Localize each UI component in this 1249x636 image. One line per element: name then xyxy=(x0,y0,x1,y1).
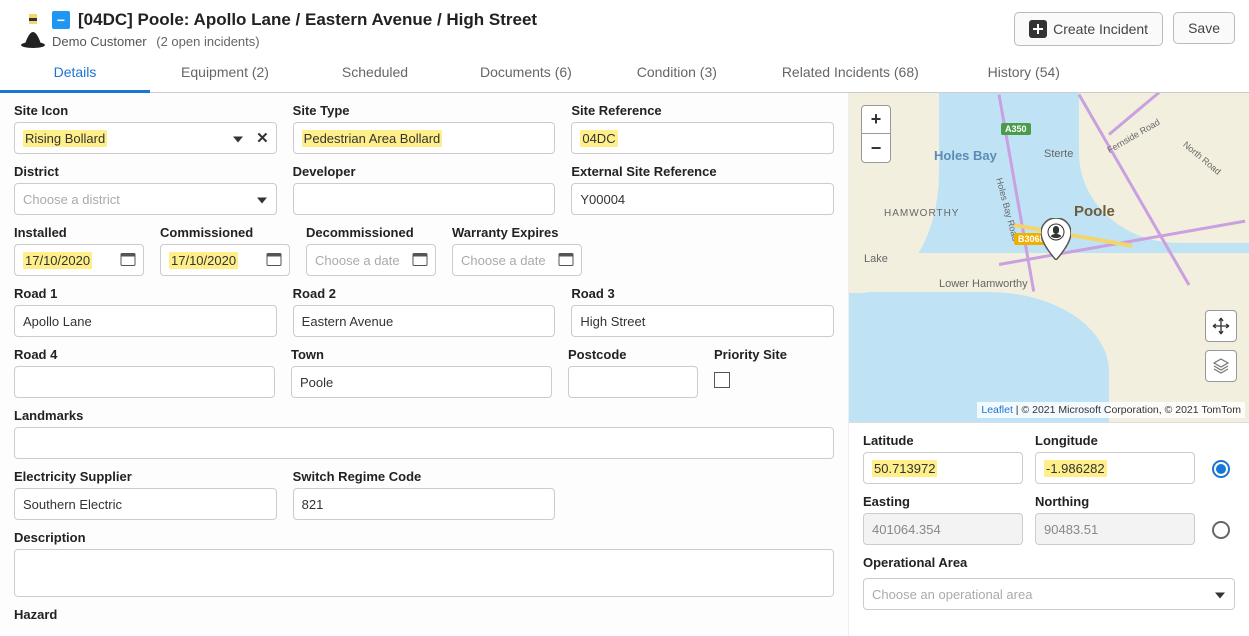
label-northing: Northing xyxy=(1035,494,1195,509)
longitude-input[interactable]: -1.986282 xyxy=(1035,452,1195,484)
easting-input[interactable]: 401064.354 xyxy=(863,513,1023,545)
switch-regime-input[interactable]: 821 xyxy=(293,488,556,520)
label-warranty-expires: Warranty Expires xyxy=(452,225,582,240)
map-label: HAMWORTHY xyxy=(884,208,959,219)
label-operational-area: Operational Area xyxy=(863,555,1235,570)
map-pin-icon xyxy=(1041,218,1071,263)
app-logo xyxy=(14,10,52,48)
create-incident-button[interactable]: Create Incident xyxy=(1014,12,1163,46)
label-landmarks: Landmarks xyxy=(14,408,834,423)
tab-history[interactable]: History (54) xyxy=(949,55,1099,92)
label-decommissioned: Decommissioned xyxy=(306,225,436,240)
district-select[interactable]: Choose a district xyxy=(14,183,277,215)
plus-square-icon xyxy=(1029,20,1047,38)
collapse-toggle[interactable]: − xyxy=(52,11,70,29)
label-installed: Installed xyxy=(14,225,144,240)
operational-area-select[interactable]: Choose an operational area xyxy=(863,578,1235,610)
create-incident-label: Create Incident xyxy=(1053,21,1148,37)
label-district: District xyxy=(14,164,277,179)
customer-name: Demo Customer xyxy=(52,34,147,49)
zoom-in-button[interactable]: + xyxy=(862,106,890,134)
page-title: [04DC] Poole: Apollo Lane / Eastern Aven… xyxy=(78,10,537,30)
site-type-input[interactable]: Pedestrian Area Bollard xyxy=(293,122,556,154)
header-bar: − [04DC] Poole: Apollo Lane / Eastern Av… xyxy=(0,0,1249,55)
save-button[interactable]: Save xyxy=(1173,12,1235,44)
tab-details[interactable]: Details xyxy=(0,55,150,93)
label-site-icon: Site Icon xyxy=(14,103,277,118)
road4-input[interactable] xyxy=(14,366,275,398)
label-road3: Road 3 xyxy=(571,286,834,301)
road2-input[interactable]: Eastern Avenue xyxy=(293,305,556,337)
map-label: Holes Bay xyxy=(934,148,997,163)
save-label: Save xyxy=(1188,20,1220,36)
calendar-icon[interactable] xyxy=(120,251,136,270)
leaflet-link[interactable]: Leaflet xyxy=(981,404,1013,416)
latlon-radio[interactable] xyxy=(1212,460,1230,478)
label-developer: Developer xyxy=(293,164,556,179)
road1-input[interactable]: Apollo Lane xyxy=(14,305,277,337)
description-input[interactable] xyxy=(14,549,834,597)
label-site-type: Site Type xyxy=(293,103,556,118)
map-city-label: Poole xyxy=(1074,203,1115,220)
postcode-input[interactable] xyxy=(568,366,698,398)
label-priority-site: Priority Site xyxy=(714,347,834,362)
calendar-icon[interactable] xyxy=(558,251,574,270)
label-electricity-supplier: Electricity Supplier xyxy=(14,469,277,484)
chevron-down-icon xyxy=(257,192,267,207)
map-layers-button[interactable] xyxy=(1205,350,1237,382)
label-external-site-reference: External Site Reference xyxy=(571,164,834,179)
label-switch-regime: Switch Regime Code xyxy=(293,469,556,484)
label-commissioned: Commissioned xyxy=(160,225,290,240)
label-road4: Road 4 xyxy=(14,347,275,362)
chevron-down-icon xyxy=(1215,587,1225,602)
tab-related-incidents[interactable]: Related Incidents (68) xyxy=(752,55,949,92)
road-shield: A350 xyxy=(1001,123,1031,135)
label-latitude: Latitude xyxy=(863,433,1023,448)
tab-documents[interactable]: Documents (6) xyxy=(450,55,602,92)
external-site-reference-input[interactable]: Y00004 xyxy=(571,183,834,215)
northing-input[interactable]: 90483.51 xyxy=(1035,513,1195,545)
map-move-button[interactable] xyxy=(1205,310,1237,342)
clear-icon[interactable]: ✕ xyxy=(256,129,269,147)
town-input[interactable]: Poole xyxy=(291,366,552,398)
zoom-out-button[interactable]: − xyxy=(862,134,890,162)
label-description: Description xyxy=(14,530,834,545)
site-map[interactable]: Holes Bay Sterte HAMWORTHY Holes Bay Roa… xyxy=(849,93,1249,423)
easting-northing-radio[interactable] xyxy=(1212,521,1230,539)
label-longitude: Longitude xyxy=(1035,433,1195,448)
calendar-icon[interactable] xyxy=(412,251,428,270)
map-coordinates-panel: Holes Bay Sterte HAMWORTHY Holes Bay Roa… xyxy=(849,93,1249,636)
map-attribution: Leaflet | © 2021 Microsoft Corporation, … xyxy=(977,402,1245,418)
tab-scheduled[interactable]: Scheduled xyxy=(300,55,450,92)
label-site-reference: Site Reference xyxy=(571,103,834,118)
label-road2: Road 2 xyxy=(293,286,556,301)
label-road1: Road 1 xyxy=(14,286,277,301)
open-incidents-count: (2 open incidents) xyxy=(156,34,259,49)
tab-equipment[interactable]: Equipment (2) xyxy=(150,55,300,92)
label-hazard: Hazard xyxy=(14,607,834,622)
tab-condition[interactable]: Condition (3) xyxy=(602,55,752,92)
label-town: Town xyxy=(291,347,552,362)
electricity-supplier-input[interactable]: Southern Electric xyxy=(14,488,277,520)
landmarks-input[interactable] xyxy=(14,427,834,459)
map-label: Lake xyxy=(864,253,888,265)
details-form: Site Icon Rising Bollard ✕ Site Type Ped… xyxy=(0,93,849,636)
calendar-icon[interactable] xyxy=(266,251,282,270)
map-zoom-controls: + − xyxy=(861,105,891,163)
tab-bar: Details Equipment (2) Scheduled Document… xyxy=(0,55,1249,93)
developer-input[interactable] xyxy=(293,183,556,215)
label-postcode: Postcode xyxy=(568,347,698,362)
site-reference-input[interactable]: 04DC xyxy=(571,122,834,154)
map-label: Sterte xyxy=(1044,148,1073,160)
site-icon-select[interactable]: Rising Bollard xyxy=(14,122,277,154)
latitude-input[interactable]: 50.713972 xyxy=(863,452,1023,484)
label-easting: Easting xyxy=(863,494,1023,509)
priority-site-checkbox[interactable] xyxy=(714,372,730,388)
road3-input[interactable]: High Street xyxy=(571,305,834,337)
map-label: Lower Hamworthy xyxy=(939,278,1028,290)
